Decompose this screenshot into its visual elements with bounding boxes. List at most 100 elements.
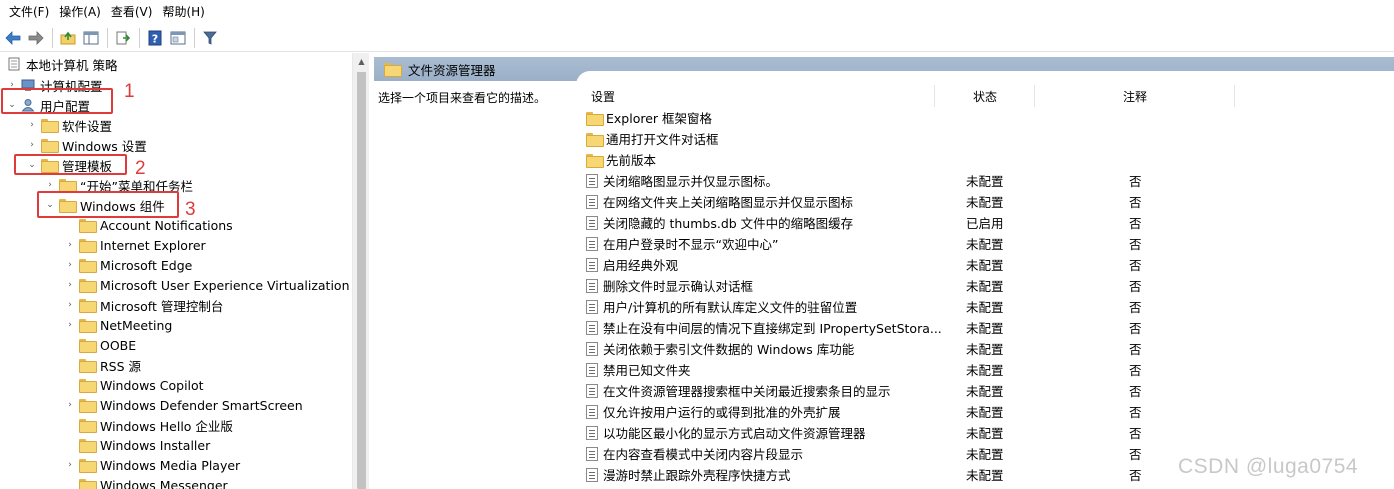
chevron-right-icon[interactable]: › [64,275,76,295]
tree-item-windows-copilot[interactable]: Windows Copilot [64,375,204,395]
toolbar-separator [139,27,140,48]
setting-state: 未配置 [966,426,1004,441]
setting-state: 未配置 [966,342,1004,357]
folder-icon [41,119,59,133]
tree-item-smartscreen[interactable]: › Windows Defender SmartScreen [64,395,303,415]
column-header-setting[interactable]: 设置 [591,85,615,107]
table-row[interactable]: 用户/计算机的所有默认库定义文件的驻留位置 未配置 否 [586,296,1394,317]
menu-view[interactable]: 查看(V) [106,1,158,23]
tree-item-account-notifications[interactable]: Account Notifications [64,215,233,235]
chevron-right-icon[interactable]: › [64,295,76,315]
tree-item-oobe[interactable]: OOBE [64,335,136,355]
table-row[interactable]: 禁止在没有中间层的情况下直接绑定到 IPropertySetStora... 未… [586,317,1394,338]
column-divider[interactable] [1034,85,1035,107]
details-header-label: 文件资源管理器 [408,62,496,78]
tree-item-windows-installer[interactable]: Windows Installer [64,435,210,455]
scroll-up-arrow-icon[interactable]: ▲ [353,53,370,70]
table-row[interactable]: 关闭依赖于索引文件数据的 Windows 库功能 未配置 否 [586,338,1394,359]
policy-setting-icon [586,215,598,230]
folder-icon [41,139,59,153]
setting-note: 否 [1129,216,1142,231]
chevron-right-icon[interactable]: › [26,135,38,155]
policy-setting-icon [586,299,598,314]
tree-item-rss[interactable]: RSS 源 [64,355,141,375]
setting-state: 已启用 [966,216,1004,231]
table-row[interactable]: 在文件资源管理器搜索框中关闭最近搜索条目的显示 未配置 否 [586,380,1394,401]
list-item-folder[interactable]: 通用打开文件对话框 [586,128,1394,149]
chevron-right-icon[interactable]: › [64,455,76,475]
column-divider[interactable] [934,85,935,107]
setting-name: 在内容查看模式中关闭内容片段显示 [603,447,804,462]
tree-root[interactable]: 本地计算机 策略 [4,54,117,74]
menu-file[interactable]: 文件(F) [4,1,54,23]
filter-icon[interactable] [199,27,221,49]
annotation-box-3 [37,191,179,218]
policy-setting-icon [586,341,598,356]
tree-item-mmc[interactable]: › Microsoft 管理控制台 [64,295,223,315]
table-row[interactable]: 仅允许按用户运行的或得到批准的外壳扩展 未配置 否 [586,401,1394,422]
tree-item-windows-hello[interactable]: Windows Hello 企业版 [64,415,233,435]
setting-name: 在用户登录时不显示“欢迎中心” [603,237,779,252]
policy-setting-icon [586,173,598,188]
up-folder-icon[interactable] [57,27,79,49]
setting-name: 在网络文件夹上关闭缩略图显示并仅显示图标 [603,195,854,210]
chevron-right-icon[interactable]: › [26,115,38,135]
show-hide-tree-icon[interactable] [80,27,102,49]
tree-item-windows-media-player[interactable]: › Windows Media Player [64,455,240,475]
tree-item-microsoft-edge[interactable]: › Microsoft Edge [64,255,192,275]
table-row[interactable]: 在用户登录时不显示“欢迎中心” 未配置 否 [586,233,1394,254]
table-row[interactable]: 在网络文件夹上关闭缩略图显示并仅显示图标 未配置 否 [586,191,1394,212]
table-row[interactable]: 启用经典外观 未配置 否 [586,254,1394,275]
column-header-state[interactable]: 状态 [973,85,997,107]
list-item-folder[interactable]: Explorer 框架窗格 [586,107,1394,128]
chevron-right-icon[interactable]: › [64,235,76,255]
menu-action[interactable]: 操作(A) [54,1,106,23]
tree-item-uev[interactable]: › Microsoft User Experience Virtualizati… [64,275,350,295]
policy-document-icon [7,57,21,71]
chevron-right-icon[interactable]: › [64,315,76,335]
setting-note: 否 [1129,321,1142,336]
tree-item-label: Windows Copilot [100,377,204,393]
menu-help[interactable]: 帮助(H) [157,1,209,23]
folder-icon [586,111,604,126]
setting-state: 未配置 [966,321,1004,336]
back-icon[interactable] [2,27,24,49]
column-header-note[interactable]: 注释 [1123,85,1147,107]
tree-root-label: 本地计算机 策略 [26,57,118,73]
tree-item-label: 软件设置 [62,118,113,134]
details-header-title: 文件资源管理器 [382,57,496,81]
setting-name: 关闭缩略图显示并仅显示图标。 [603,174,779,189]
export-list-icon[interactable] [112,27,134,49]
tree-item-netmeeting[interactable]: › NetMeeting [64,315,172,335]
header-curve [576,71,1394,85]
table-row[interactable]: 关闭隐藏的 thumbs.db 文件中的缩略图缓存 已启用 否 [586,212,1394,233]
console-tree: 本地计算机 策略 › 计算机配置 ⌄ 用户配置 › 软件设置 › Windows… [0,53,352,489]
table-row[interactable]: 禁用已知文件夹 未配置 否 [586,359,1394,380]
table-row[interactable]: 删除文件时显示确认对话框 未配置 否 [586,275,1394,296]
tree-item-internet-explorer[interactable]: › Internet Explorer [64,235,206,255]
properties-icon[interactable] [167,27,189,49]
forward-icon[interactable] [25,27,47,49]
help-icon[interactable]: ? [144,27,166,49]
tree-item-software-settings[interactable]: › 软件设置 [26,115,112,135]
table-row[interactable]: 以功能区最小化的显示方式启动文件资源管理器 未配置 否 [586,422,1394,443]
tree-item-windows-messenger[interactable]: Windows Messenger [64,475,228,489]
scroll-thumb[interactable] [357,72,366,489]
list-item-folder[interactable]: 先前版本 [586,149,1394,170]
setting-name: 删除文件时显示确认对话框 [603,279,754,294]
annotation-box-2 [14,154,127,175]
tree-item-windows-settings[interactable]: › Windows 设置 [26,135,147,155]
setting-note: 否 [1129,258,1142,273]
setting-state: 未配置 [966,384,1004,399]
chevron-right-icon[interactable]: › [64,255,76,275]
setting-note: 否 [1129,342,1142,357]
tree-scrollbar[interactable]: ▲ [352,53,369,489]
column-divider[interactable] [1234,85,1235,107]
table-row[interactable]: 关闭缩略图显示并仅显示图标。 未配置 否 [586,170,1394,191]
watermark: CSDN @luga0754 [1178,455,1359,478]
chevron-right-icon[interactable]: › [64,395,76,415]
policy-setting-icon [586,404,598,419]
